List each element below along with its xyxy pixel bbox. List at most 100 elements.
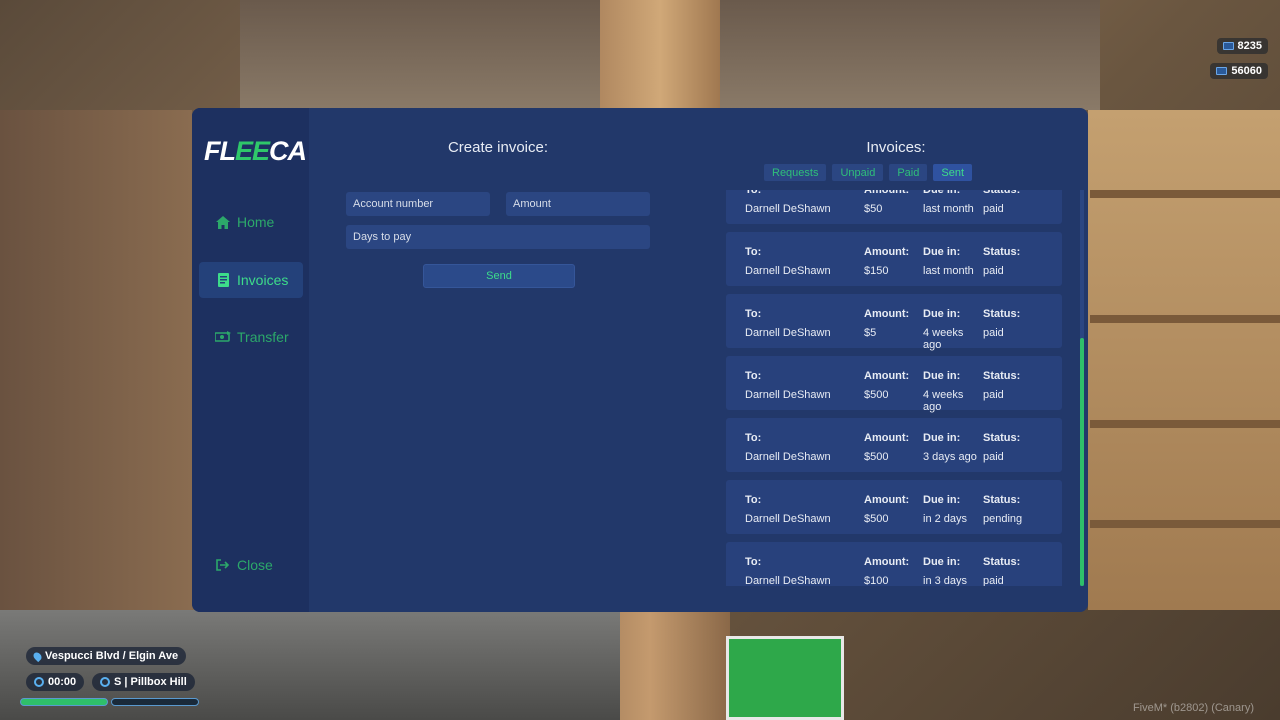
invoice-due-header: Due in:: [923, 308, 961, 320]
invoice-status-column: Status: paid: [983, 556, 1043, 586]
invoice-card: To: Darnell DeShawn Amount: $500 Due in: 4 we…: [726, 356, 1062, 413]
background-bookshelf: [1088, 110, 1280, 610]
invoice-amount-column: Amount: $500: [864, 432, 922, 463]
invoice-due-column: Due in: last month: [923, 190, 981, 215]
invoice-due-value: 3 days ago: [923, 451, 977, 463]
invoice-to-column: To: Darnell DeShawn: [745, 370, 863, 401]
hud-location: Vespucci Blvd / Elgin Ave: [26, 647, 187, 665]
invoices-title: Invoices:: [866, 139, 926, 156]
invoice-status-value: paid: [983, 203, 1004, 215]
invoice-due-column: Due in: last month: [923, 246, 981, 277]
invoice-amount-value: $150: [864, 265, 889, 277]
invoice-amount-value: $50: [864, 203, 883, 215]
invoice-to-column: To: Darnell DeShawn: [745, 308, 863, 339]
invoice-due-column: Due in: in 2 days: [923, 494, 981, 525]
scrollbar-thumb[interactable]: [1080, 338, 1084, 586]
home-icon: [215, 214, 231, 230]
invoice-amount-column: Amount: $100: [864, 556, 922, 586]
sidebar-item-label: Transfer: [237, 329, 289, 345]
tab-requests[interactable]: Requests: [764, 164, 827, 181]
invoice-to-column: To: Darnell DeShawn: [745, 246, 863, 277]
send-button[interactable]: Send: [423, 264, 575, 288]
invoice-status-header: Status:: [983, 190, 1021, 196]
invoice-due-value: 4 weeks ago: [923, 389, 964, 413]
sidebar-item-home[interactable]: Home: [199, 204, 303, 240]
sidebar-item-label: Close: [237, 557, 273, 573]
hud-cash: 8235: [1216, 38, 1268, 54]
sign-out-icon: [215, 557, 231, 573]
invoice-due-header: Due in:: [923, 190, 961, 196]
invoice-due-value: last month: [923, 265, 974, 277]
invoices-section: Invoices: Requests Unpaid Paid Sent To: D…: [726, 108, 1088, 612]
invoice-to-header: To:: [745, 190, 762, 196]
invoice-amount-value: $100: [864, 575, 889, 586]
location-pin-icon: [31, 650, 44, 662]
compass-icon: [100, 677, 110, 687]
invoice-amount-header: Amount:: [864, 308, 910, 320]
logo-part: EE: [235, 136, 270, 166]
invoice-due-header: Due in:: [923, 494, 961, 506]
sidebar-item-label: Home: [237, 214, 275, 230]
invoice-amount-header: Amount:: [864, 494, 910, 506]
invoice-list-scrollbar[interactable]: [1080, 190, 1084, 586]
invoice-amount-value: $500: [864, 389, 889, 401]
invoice-to-header: To:: [745, 432, 762, 444]
logo-part: CA: [269, 136, 307, 166]
invoice-amount-column: Amount: $500: [864, 494, 922, 525]
sidebar-item-label: Invoices: [237, 272, 289, 288]
invoice-amount-value: $500: [864, 451, 889, 463]
logo-part: FL: [204, 136, 236, 166]
invoice-status-header: Status:: [983, 556, 1021, 568]
invoice-status-header: Status:: [983, 432, 1021, 444]
tab-unpaid[interactable]: Unpaid: [832, 164, 884, 181]
invoice-amount-value: $5: [864, 327, 877, 339]
cash-icon: [1222, 42, 1234, 50]
invoice-status-value: paid: [983, 389, 1004, 401]
invoice-status-column: Status: pending: [983, 494, 1043, 525]
invoice-status-value: paid: [983, 327, 1004, 339]
invoice-status-column: Status: paid: [983, 190, 1043, 215]
money-transfer-icon: [215, 329, 231, 345]
tab-sent[interactable]: Sent: [933, 164, 973, 181]
invoice-to-value: Darnell DeShawn: [745, 513, 831, 525]
hud-status-bars: [20, 698, 199, 706]
invoice-card: To: Darnell DeShawn Amount: $5 Due in: 4 week…: [726, 294, 1062, 351]
invoice-status-header: Status:: [983, 246, 1021, 258]
invoice-to-header: To:: [745, 494, 762, 506]
invoice-card: To: Darnell DeShawn Amount: $50 Due in: last …: [726, 190, 1062, 224]
invoice-card: To: Darnell DeShawn Amount: $500 Due in: 3 da…: [726, 418, 1062, 472]
invoice-status-column: Status: paid: [983, 370, 1043, 401]
hud-time-value: 00:00: [48, 676, 77, 688]
account-number-input[interactable]: [346, 192, 490, 216]
invoice-due-value: in 3 days: [923, 575, 968, 586]
invoice-amount-column: Amount: $500: [864, 370, 922, 401]
invoice-due-column: Due in: 4 weeks ago: [923, 370, 981, 413]
invoice-to-header: To:: [745, 556, 762, 568]
days-to-pay-input[interactable]: [346, 225, 650, 249]
tab-paid[interactable]: Paid: [889, 164, 928, 181]
invoice-to-value: Darnell DeShawn: [745, 203, 831, 215]
invoice-list[interactable]: To: Darnell DeShawn Amount: $50 Due in: last …: [726, 190, 1088, 586]
invoice-due-header: Due in:: [923, 556, 961, 568]
fivem-watermark: FiveM* (b2802) (Canary): [1132, 702, 1254, 714]
amount-input[interactable]: [506, 192, 650, 216]
armor-bar: [111, 698, 199, 706]
create-invoice-title: Create invoice:: [447, 139, 549, 156]
invoice-to-header: To:: [745, 246, 762, 258]
invoice-to-column: To: Darnell DeShawn: [745, 494, 863, 525]
invoice-due-header: Due in:: [923, 432, 961, 444]
invoice-amount-header: Amount:: [864, 432, 910, 444]
invoice-due-value: last month: [923, 203, 974, 215]
hud-bank: 56060: [1210, 63, 1268, 79]
hud-street: Vespucci Blvd / Elgin Ave: [45, 650, 179, 662]
background-pamphlet: [726, 636, 844, 720]
sidebar-item-close[interactable]: Close: [199, 547, 303, 583]
invoice-status-column: Status: paid: [983, 246, 1043, 277]
sidebar-item-invoices[interactable]: Invoices: [199, 262, 303, 298]
invoice-to-column: To: Darnell DeShawn: [745, 190, 863, 215]
invoice-status-value: pending: [983, 513, 1023, 525]
invoice-due-column: Due in: 4 weeks ago: [923, 308, 981, 351]
fleeca-app: FLEECA Home Invoices Transfer Close Crea…: [192, 108, 1088, 612]
sidebar-item-transfer[interactable]: Transfer: [199, 319, 303, 355]
invoice-amount-value: $500: [864, 513, 889, 525]
